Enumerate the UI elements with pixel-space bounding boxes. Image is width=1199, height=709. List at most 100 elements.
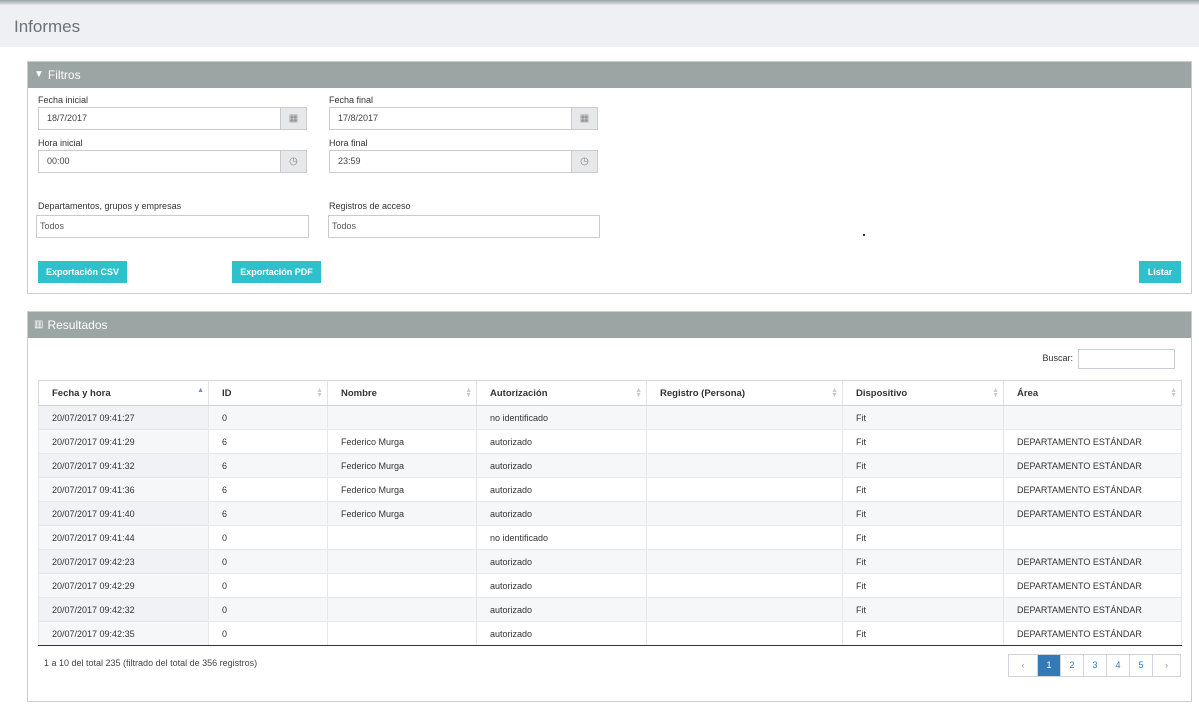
cell-nombre xyxy=(327,621,477,646)
sort-asc-icon: ▲ xyxy=(197,387,204,394)
results-panel-header: ▥ Resultados xyxy=(28,312,1191,338)
table-info: 1 a 10 del total 235 (filtrado del total… xyxy=(44,658,258,668)
cell-nombre xyxy=(327,573,477,598)
cell-nombre: Federico Murga xyxy=(327,477,477,502)
cell-nombre xyxy=(327,405,477,430)
filters-panel: ▼ Filtros Fecha inicial 18/7/2017 ▦ Fech… xyxy=(27,61,1192,294)
pagination-page-2[interactable]: 2 xyxy=(1060,655,1083,676)
cell-id: 6 xyxy=(208,453,328,478)
column-header-dispositivo[interactable]: Dispositivo ▲ ▼ xyxy=(842,380,1004,406)
cell-autorizacion: autorizado xyxy=(476,501,647,526)
hora-inicial-input[interactable]: 00:00 xyxy=(38,150,281,173)
fecha-final-label: Fecha final xyxy=(329,95,374,105)
fecha-inicial-input[interactable]: 18/7/2017 xyxy=(38,107,281,130)
cell-area: DEPARTAMENTO ESTÁNDAR xyxy=(1003,573,1182,598)
cell-area: DEPARTAMENTO ESTÁNDAR xyxy=(1003,477,1182,502)
column-header-fecha[interactable]: Fecha y hora ▲ xyxy=(38,380,209,406)
table-row[interactable]: 20/07/2017 09:42:29 0 autorizado Fit DEPARTA… xyxy=(38,573,1182,598)
cell-area: DEPARTAMENTO ESTÁNDAR xyxy=(1003,549,1182,574)
cell-autorizacion: autorizado xyxy=(476,597,647,622)
cell-autorizacion: autorizado xyxy=(476,573,647,598)
search-input[interactable] xyxy=(1078,349,1175,369)
column-header-registro[interactable]: Registro (Persona) ▲ ▼ xyxy=(646,380,843,406)
cell-fecha: 20/07/2017 09:41:36 xyxy=(38,477,209,502)
cell-area: DEPARTAMENTO ESTÁNDAR xyxy=(1003,429,1182,454)
calendar-icon[interactable]: ▦ xyxy=(281,107,307,130)
cell-fecha: 20/07/2017 09:41:40 xyxy=(38,501,209,526)
export-csv-button[interactable]: Exportación CSV xyxy=(38,261,127,283)
pagination-page-3[interactable]: 3 xyxy=(1083,655,1106,676)
sort-icon: ▲ ▼ xyxy=(1170,387,1177,399)
cell-autorizacion: autorizado xyxy=(476,549,647,574)
cell-area: DEPARTAMENTO ESTÁNDAR xyxy=(1003,621,1182,646)
hora-final-label: Hora final xyxy=(329,138,368,148)
calendar-icon[interactable]: ▦ xyxy=(572,107,598,130)
loading-dot xyxy=(863,234,865,236)
cell-nombre xyxy=(327,525,477,550)
cell-dispositivo: Fit xyxy=(842,429,1004,454)
cell-nombre: Federico Murga xyxy=(327,429,477,454)
cell-autorizacion: autorizado xyxy=(476,477,647,502)
column-header-id[interactable]: ID ▲ ▼ xyxy=(208,380,328,406)
cell-autorizacion: no identificado xyxy=(476,525,647,550)
cell-autorizacion: autorizado xyxy=(476,429,647,454)
sort-icon: ▲ ▼ xyxy=(992,387,999,399)
cell-dispositivo: Fit xyxy=(842,405,1004,430)
table-row[interactable]: 20/07/2017 09:41:29 6 Federico Murga autori… xyxy=(38,429,1182,454)
cell-autorizacion: autorizado xyxy=(476,453,647,478)
fecha-final-input[interactable]: 17/8/2017 xyxy=(329,107,572,130)
pagination-page-5[interactable]: 5 xyxy=(1129,655,1152,676)
cell-nombre xyxy=(327,549,477,574)
results-panel: ▥ Resultados Buscar: Fecha y hora ▲ ID ▲ ▼ … xyxy=(27,311,1192,702)
table-row[interactable]: 20/07/2017 09:41:32 6 Federico Murga autori… xyxy=(38,453,1182,478)
cell-fecha: 20/07/2017 09:41:27 xyxy=(38,405,209,430)
column-header-autorizacion[interactable]: Autorización ▲ ▼ xyxy=(476,380,647,406)
cell-autorizacion: autorizado xyxy=(476,621,647,646)
hora-inicial-label: Hora inicial xyxy=(38,138,83,148)
cell-id: 0 xyxy=(208,525,328,550)
column-header-area[interactable]: Área ▲ ▼ xyxy=(1003,380,1182,406)
cell-area: DEPARTAMENTO ESTÁNDAR xyxy=(1003,501,1182,526)
export-pdf-button[interactable]: Exportación PDF xyxy=(232,261,321,283)
cell-registro xyxy=(646,501,843,526)
cell-registro xyxy=(646,621,843,646)
cell-fecha: 20/07/2017 09:41:32 xyxy=(38,453,209,478)
cell-fecha: 20/07/2017 09:42:32 xyxy=(38,597,209,622)
listar-button[interactable]: Listar xyxy=(1139,261,1181,283)
registros-select[interactable]: Todos xyxy=(328,215,600,238)
clock-icon[interactable]: ◷ xyxy=(572,150,598,173)
pagination-prev[interactable]: ‹ xyxy=(1009,655,1037,676)
cell-id: 0 xyxy=(208,621,328,646)
table-row[interactable]: 20/07/2017 09:42:32 0 autorizado Fit DEPARTA… xyxy=(38,597,1182,622)
cell-dispositivo: Fit xyxy=(842,573,1004,598)
table-row[interactable]: 20/07/2017 09:41:36 6 Federico Murga autori… xyxy=(38,477,1182,502)
cell-registro xyxy=(646,525,843,550)
pagination-next[interactable]: › xyxy=(1152,655,1180,676)
sort-icon: ▲ ▼ xyxy=(635,387,642,399)
table-row[interactable]: 20/07/2017 09:42:35 0 autorizado Fit DEPARTA… xyxy=(38,621,1182,646)
cell-dispositivo: Fit xyxy=(842,621,1004,646)
sort-icon: ▲ ▼ xyxy=(316,387,323,399)
cell-registro xyxy=(646,597,843,622)
search-label: Buscar: xyxy=(1042,353,1073,363)
cell-area xyxy=(1003,525,1182,550)
table-row[interactable]: 20/07/2017 09:42:23 0 autorizado Fit DEPARTA… xyxy=(38,549,1182,574)
pagination-page-4[interactable]: 4 xyxy=(1106,655,1129,676)
table-row[interactable]: 20/07/2017 09:41:40 6 Federico Murga autori… xyxy=(38,501,1182,526)
table-row[interactable]: 20/07/2017 09:41:27 0 no identificado Fit xyxy=(38,405,1182,430)
departamentos-select[interactable]: Todos xyxy=(36,215,309,238)
cell-nombre: Federico Murga xyxy=(327,453,477,478)
cell-registro xyxy=(646,429,843,454)
pagination-page-1[interactable]: 1 xyxy=(1037,655,1060,676)
hora-final-input[interactable]: 23:59 xyxy=(329,150,572,173)
sort-icon: ▲ ▼ xyxy=(831,387,838,399)
fecha-inicial-label: Fecha inicial xyxy=(38,95,89,105)
cell-nombre: Federico Murga xyxy=(327,501,477,526)
cell-dispositivo: Fit xyxy=(842,477,1004,502)
cell-registro xyxy=(646,453,843,478)
cell-id: 0 xyxy=(208,405,328,430)
column-header-nombre[interactable]: Nombre ▲ ▼ xyxy=(327,380,477,406)
table-row[interactable]: 20/07/2017 09:41:44 0 no identificado Fit xyxy=(38,525,1182,550)
clock-icon[interactable]: ◷ xyxy=(281,150,307,173)
cell-area: DEPARTAMENTO ESTÁNDAR xyxy=(1003,597,1182,622)
